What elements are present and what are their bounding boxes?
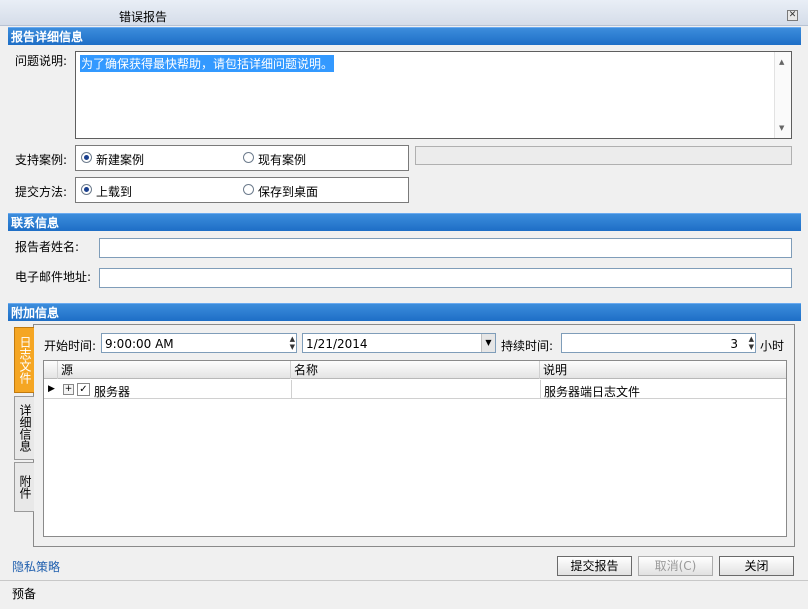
status-text: 预备 (12, 587, 37, 601)
radio-upload-label[interactable]: 上载到 (96, 183, 132, 200)
radio-existing-case-label[interactable]: 现有案例 (258, 151, 306, 168)
start-time-input[interactable]: 9:00:00 AM ▲ ▼ (101, 333, 297, 353)
grid-header-indicator (44, 361, 58, 379)
support-case-group: 新建案例 现有案例 (75, 145, 409, 171)
close-icon[interactable]: ✕ (787, 10, 798, 21)
duration-value: 3 (730, 337, 738, 351)
submit-report-button[interactable]: 提交报告 (557, 556, 632, 576)
description-scrollbar[interactable]: ▲ ▼ (774, 52, 791, 138)
log-files-grid: 源 名称 说明 ▶ + ✓ 服务器 服务器端日志文件 (43, 360, 787, 537)
scroll-down-arrow-icon[interactable]: ▼ (779, 124, 784, 132)
description-text: 为了确保获得最快帮助，请包括详细问题说明。 (80, 55, 335, 72)
support-case-label: 支持案例: (15, 153, 68, 167)
section-header-report: 报告详细信息 (8, 27, 801, 45)
start-time-value: 9:00:00 AM (105, 337, 174, 351)
radio-save-desktop-label[interactable]: 保存到桌面 (258, 183, 318, 200)
grid-header-description[interactable]: 说明 (540, 361, 786, 379)
reporter-name-label: 报告者姓名: (15, 240, 80, 254)
duration-label: 持续时间: (501, 339, 554, 353)
grid-header-name[interactable]: 名称 (291, 361, 540, 379)
spin-up-icon[interactable]: ▲ (290, 335, 295, 343)
section-header-contact: 联系信息 (8, 213, 801, 231)
table-row[interactable]: ▶ + ✓ 服务器 服务器端日志文件 (44, 380, 786, 399)
radio-upload[interactable] (81, 184, 92, 195)
row-name (291, 380, 540, 398)
status-divider (0, 580, 808, 581)
submit-method-group: 上载到 保存到桌面 (75, 177, 409, 203)
dropdown-arrow-icon[interactable]: ▼ (481, 334, 495, 352)
grid-header: 源 名称 说明 (44, 361, 786, 379)
privacy-policy-link[interactable]: 隐私策略 (12, 558, 60, 575)
email-label: 电子邮件地址: (15, 270, 92, 284)
submit-method-label: 提交方法: (15, 185, 68, 199)
row-source: 服务器 (94, 385, 131, 399)
email-input[interactable] (99, 268, 792, 288)
start-date-dropdown[interactable]: 1/21/2014 ▼ (302, 333, 496, 353)
tab-log-files[interactable]: 日志文件 (14, 327, 34, 393)
description-textarea[interactable]: 为了确保获得最快帮助，请包括详细问题说明。 ▲ ▼ (75, 51, 792, 139)
window-title: 错误报告 (119, 10, 168, 24)
checkbox-icon[interactable]: ✓ (77, 383, 90, 396)
grid-header-source[interactable]: 源 (58, 361, 291, 379)
radio-existing-case[interactable] (243, 152, 254, 163)
row-indicator-icon: ▶ (48, 384, 55, 394)
scroll-up-arrow-icon[interactable]: ▲ (779, 58, 784, 66)
reporter-name-input[interactable] (99, 238, 792, 258)
row-description: 服务器端日志文件 (540, 380, 640, 399)
start-time-label: 开始时间: (44, 339, 97, 353)
close-button[interactable]: 关闭 (719, 556, 794, 576)
duration-input[interactable]: 3 ▲ ▼ (561, 333, 756, 353)
description-label: 问题说明: (15, 54, 68, 68)
duration-unit: 小时 (760, 339, 785, 353)
tab-details[interactable]: 详细信息 (14, 396, 34, 460)
spin-down-icon[interactable]: ▼ (290, 343, 295, 351)
spin-up-icon[interactable]: ▲ (749, 335, 754, 343)
existing-case-field (415, 146, 792, 165)
radio-new-case[interactable] (81, 152, 92, 163)
tab-attachments[interactable]: 附件 (14, 462, 34, 512)
spin-down-icon[interactable]: ▼ (749, 343, 754, 351)
cancel-button[interactable]: 取消(C) (638, 556, 713, 576)
radio-new-case-label[interactable]: 新建案例 (96, 151, 144, 168)
expand-plus-icon[interactable]: + (63, 384, 74, 395)
start-date-value: 1/21/2014 (306, 337, 368, 351)
radio-save-desktop[interactable] (243, 184, 254, 195)
section-header-additional: 附加信息 (8, 303, 801, 321)
